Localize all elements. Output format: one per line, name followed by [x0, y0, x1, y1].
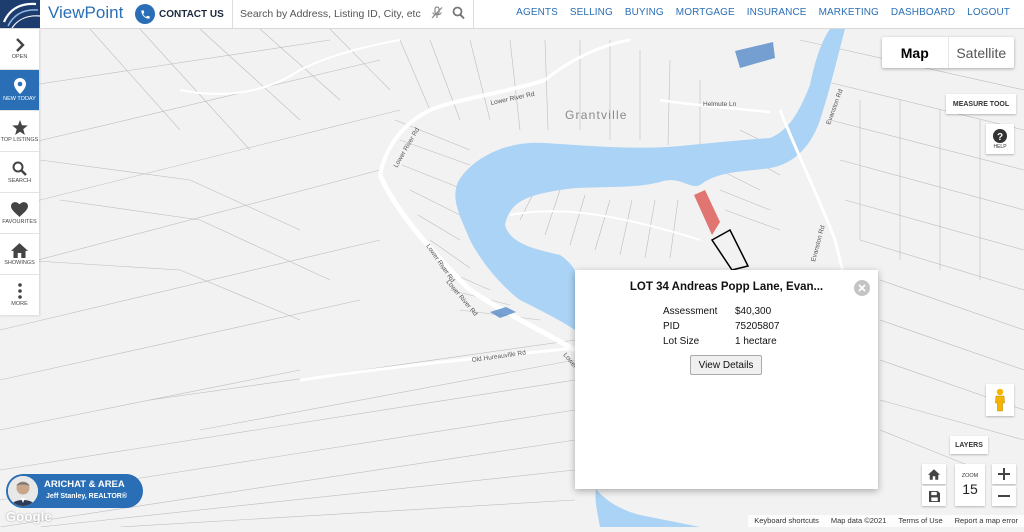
pegman-icon [995, 388, 1005, 412]
nav-insurance[interactable]: INSURANCE [747, 7, 807, 18]
place-label-grantville: Grantville [565, 108, 628, 122]
close-icon [858, 284, 866, 292]
map-type-map-button[interactable]: Map [882, 37, 949, 68]
agent-avatar [8, 476, 38, 506]
road-label-helmute: Helmute Ln [703, 101, 737, 108]
toolbar-top-listings-label: TOP LISTINGS [0, 136, 39, 143]
toolbar-favourites[interactable]: FAVOURITES [0, 193, 39, 234]
search-bar [232, 0, 474, 28]
zoom-value: 15 [962, 481, 978, 497]
table-row: Assessment $40,300 [663, 304, 780, 319]
save-view-button[interactable] [922, 486, 946, 506]
home-icon [11, 242, 28, 258]
nav-logout[interactable]: LOGOUT [967, 7, 1010, 18]
keyboard-shortcuts-link[interactable]: Keyboard shortcuts [748, 515, 825, 527]
save-icon [928, 490, 940, 502]
view-details-button[interactable]: View Details [690, 355, 762, 375]
popup-close-button[interactable] [854, 280, 870, 296]
nav-agents[interactable]: AGENTS [516, 7, 558, 18]
toolbar-search[interactable]: SEARCH [0, 152, 39, 193]
row-label: Assessment [663, 306, 718, 317]
toolbar-showings[interactable]: SHOWINGS [0, 234, 39, 275]
google-logo: Google [6, 509, 52, 524]
contact-us-button[interactable]: CONTACT US [135, 4, 224, 24]
help-label: HELP [993, 143, 1007, 150]
toolbar-open[interactable]: OPEN [0, 29, 39, 70]
map-footer: Keyboard shortcuts Map data ©2021 Terms … [748, 515, 1024, 527]
toolbar-favourites-label: FAVOURITES [2, 218, 37, 225]
left-toolbar: OPEN NEW TODAY TOP LISTINGS SEARCH FAVOU… [0, 29, 39, 316]
star-icon [11, 119, 28, 135]
agent-badge[interactable]: ARICHAT & AREA Jeff Stanley, REALTOR® [6, 474, 143, 508]
toolbar-more[interactable]: MORE [0, 275, 39, 316]
microphone-off-icon[interactable] [431, 6, 443, 25]
help-button[interactable]: ? HELP [986, 124, 1014, 154]
toolbar-open-label: OPEN [11, 54, 28, 60]
minus-icon [998, 495, 1010, 497]
home-icon [928, 468, 940, 480]
street-view-pegman[interactable] [986, 384, 1014, 416]
phone-icon [135, 4, 155, 24]
nav-buying[interactable]: BUYING [625, 7, 664, 18]
svg-text:?: ? [997, 132, 1003, 143]
search-input[interactable] [240, 6, 425, 22]
table-row: PID 75205807 [663, 319, 780, 334]
nav-marketing[interactable]: MARKETING [819, 7, 879, 18]
more-vertical-icon [17, 283, 22, 299]
measure-tool-button[interactable]: MEASURE TOOL [946, 94, 1016, 114]
toolbar-search-label: SEARCH [8, 177, 31, 184]
agent-name: Jeff Stanley, REALTOR® [46, 493, 128, 500]
help-circle-icon: ? [993, 128, 1007, 143]
zoom-in-button[interactable] [992, 464, 1016, 484]
zoom-controls: ZOOM 15 [922, 464, 1016, 506]
row-value: 75205807 [735, 321, 780, 332]
layers-button[interactable]: LAYERS [950, 436, 988, 454]
chevron-right-icon [15, 38, 25, 52]
agent-area: ARICHAT & AREA [44, 479, 125, 490]
popup-details-table: Assessment $40,300 PID 75205807 Lot Size… [663, 304, 780, 349]
brand-name[interactable]: ViewPoint [48, 3, 123, 23]
plus-icon [998, 468, 1010, 480]
report-map-error-link[interactable]: Report a map error [949, 515, 1024, 527]
toolbar-new-today[interactable]: NEW TODAY [0, 70, 39, 111]
popup-title: LOT 34 Andreas Popp Lane, Evan... [629, 281, 824, 293]
map-type-satellite-button[interactable]: Satellite [949, 37, 1015, 68]
zoom-out-button[interactable] [992, 486, 1016, 506]
toolbar-showings-label: SHOWINGS [4, 259, 35, 266]
nav-dashboard[interactable]: DASHBOARD [891, 7, 955, 18]
lot-info-popup: LOT 34 Andreas Popp Lane, Evan... Assess… [575, 270, 878, 489]
terms-of-use-link[interactable]: Terms of Use [892, 515, 948, 527]
heart-icon [11, 201, 28, 217]
search-icon[interactable] [452, 6, 465, 25]
brand-logo-icon[interactable] [0, 0, 40, 28]
row-label: PID [663, 321, 680, 332]
top-header: ViewPoint CONTACT US AGENTS SELLING BUYI… [0, 0, 1024, 29]
map-pin-icon [13, 78, 26, 94]
map-type-toggle: Map Satellite [882, 37, 1014, 68]
main-nav: AGENTS SELLING BUYING MORTGAGE INSURANCE… [504, 7, 1010, 18]
row-value: $40,300 [735, 306, 772, 317]
magnifier-icon [12, 161, 27, 176]
toolbar-top-listings[interactable]: TOP LISTINGS [0, 111, 39, 152]
nav-mortgage[interactable]: MORTGAGE [676, 7, 735, 18]
home-view-button[interactable] [922, 464, 946, 484]
zoom-level-display: ZOOM 15 [955, 464, 985, 506]
table-row: Lot Size 1 hectare [663, 334, 780, 349]
toolbar-more-label: MORE [11, 301, 28, 307]
nav-selling[interactable]: SELLING [570, 7, 613, 18]
row-label: Lot Size [663, 336, 700, 347]
map-data-attribution: Map data ©2021 [830, 516, 887, 525]
zoom-label: ZOOM [961, 473, 979, 479]
contact-us-label: CONTACT US [159, 8, 224, 20]
row-value: 1 hectare [735, 336, 777, 347]
toolbar-new-today-label: NEW TODAY [3, 96, 36, 102]
